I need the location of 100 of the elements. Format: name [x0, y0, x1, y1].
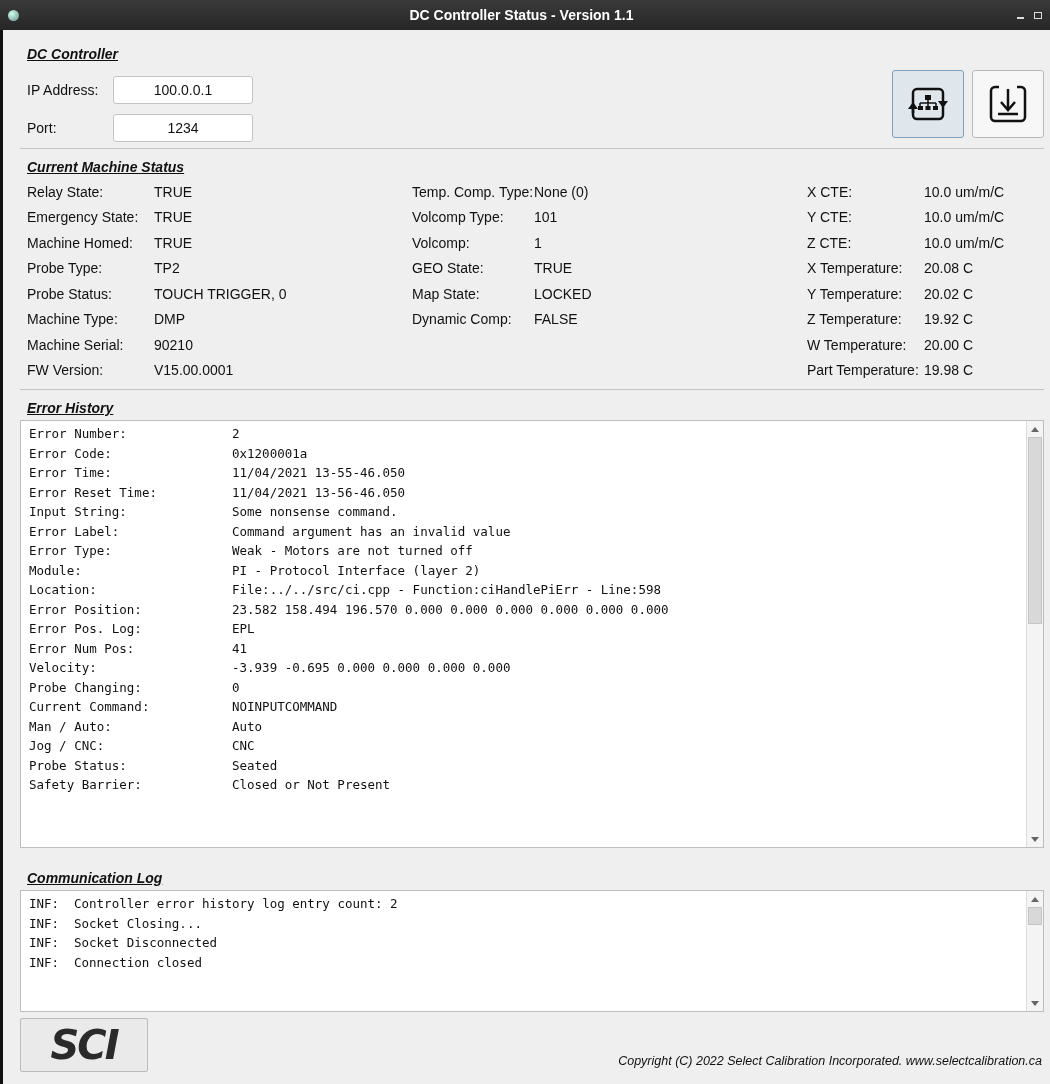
error-field-value: Command argument has an invalid value	[232, 523, 511, 539]
status-value: 10.0 um/m/C	[924, 183, 1005, 200]
status-label: Temp. Comp. Type:	[412, 183, 534, 200]
error-field-value: -3.939 -0.695 0.000 0.000 0.000 0.000	[232, 660, 511, 676]
status-value: 90210	[154, 336, 193, 353]
status-label: Part Temperature:	[807, 362, 920, 379]
error-field-value: CNC	[232, 738, 255, 754]
error-field-value: 23.582 158.494 196.570 0.000 0.000 0.000 0.000 0.000 0.000	[232, 601, 669, 617]
scrollbar-thumb[interactable]	[1028, 437, 1042, 624]
status-label: Y Temperature:	[807, 285, 904, 302]
status-label: Y CTE:	[807, 209, 853, 226]
scrollbar[interactable]	[1026, 891, 1043, 1011]
status-label: Volcomp:	[412, 234, 471, 251]
status-label: FW Version:	[27, 362, 105, 379]
scrollbar[interactable]	[1026, 421, 1043, 847]
error-field-label: Man / Auto:	[29, 718, 113, 734]
status-label: Z Temperature:	[807, 311, 903, 328]
input-field[interactable]: 100.0.0.1	[113, 76, 253, 104]
error-field-value: Weak - Motors are not turned off	[232, 543, 473, 559]
status-label: GEO State:	[412, 260, 485, 277]
status-value: DMP	[154, 311, 186, 328]
status-value: 20.02 C	[924, 285, 974, 302]
error-field-label: Error Pos. Log:	[29, 621, 143, 637]
error-field-label: Error Code:	[29, 445, 113, 461]
status-value: 19.98 C	[924, 362, 974, 379]
error-field-label: Error Label:	[29, 523, 121, 539]
error-field-label: Probe Status:	[29, 757, 128, 773]
section-heading: Communication Log	[27, 870, 163, 886]
error-field-value: 0x1200001a	[232, 445, 308, 461]
error-field-value: Some nonsense command.	[232, 504, 398, 520]
error-field-value: PI - Protocol Interface (layer 2)	[232, 562, 481, 578]
status-value: 10.0 um/m/C	[924, 234, 1005, 251]
status-label: Probe Status:	[27, 285, 113, 302]
log-message: Socket Closing...	[74, 915, 202, 931]
error-field-label: Error Number:	[29, 426, 128, 442]
status-label: Z CTE:	[807, 234, 853, 251]
input-field[interactable]: 1234	[113, 114, 253, 142]
status-value: LOCKED	[534, 285, 592, 302]
log-message: Socket Disconnected	[74, 935, 217, 951]
error-field-label: Error Time:	[29, 465, 113, 481]
status-value: TP2	[154, 260, 180, 277]
status-value: TRUE	[154, 209, 193, 226]
status-label: X Temperature:	[807, 260, 904, 277]
status-value: 10.0 um/m/C	[924, 209, 1005, 226]
error-field-value: 0	[232, 679, 240, 695]
error-field-value: NOINPUTCOMMAND	[232, 699, 338, 715]
company-logo: SCI	[20, 1018, 148, 1072]
log-message: Connection closed	[74, 954, 202, 970]
log-level: INF:	[29, 915, 61, 931]
error-field-value: 11/04/2021 13-55-46.050	[232, 465, 406, 481]
status-value: 101	[534, 209, 558, 226]
section-heading: DC Controller	[27, 46, 118, 62]
status-value: V15.00.0001	[154, 362, 234, 379]
error-field-value: 41	[232, 640, 248, 656]
app-icon	[8, 9, 19, 21]
error-field-value: Closed or Not Present	[232, 777, 391, 793]
error-history-textbox[interactable]	[20, 420, 1044, 848]
log-level: INF:	[29, 896, 61, 912]
status-value: 20.08 C	[924, 260, 974, 277]
status-label: Machine Serial:	[27, 336, 125, 353]
status-value: TRUE	[154, 234, 193, 251]
error-field-label: Error Num Pos:	[29, 640, 136, 656]
error-field-value: 2	[232, 426, 240, 442]
field-label: IP Address:	[27, 82, 100, 98]
status-value: TRUE	[534, 260, 573, 277]
status-value: TRUE	[154, 183, 193, 200]
status-value: 1	[534, 234, 542, 251]
download-icon	[987, 83, 1029, 125]
error-field-label: Module:	[29, 562, 83, 578]
status-label: Dynamic Comp:	[412, 311, 513, 328]
error-field-label: Error Reset Time:	[29, 484, 158, 500]
section-heading: Current Machine Status	[27, 159, 185, 175]
section-heading: Error History	[27, 400, 114, 416]
maximize-button[interactable]	[1032, 9, 1044, 21]
status-label: W Temperature:	[807, 336, 908, 353]
status-value: FALSE	[534, 311, 578, 328]
connect-button[interactable]	[892, 70, 964, 138]
log-level: INF:	[29, 954, 61, 970]
status-value: TOUCH TRIGGER, 0	[154, 285, 287, 302]
status-label: Relay State:	[27, 183, 105, 200]
error-field-label: Velocity:	[29, 660, 98, 676]
error-field-label: Location:	[29, 582, 98, 598]
status-label: Probe Type:	[27, 260, 104, 277]
log-level: INF:	[29, 935, 61, 951]
error-field-value: Auto	[232, 718, 263, 734]
status-value: 19.92 C	[924, 311, 974, 328]
error-field-label: Error Type:	[29, 543, 113, 559]
status-value: None (0)	[534, 183, 589, 200]
error-field-value: Seated	[232, 757, 278, 773]
scrollbar-thumb[interactable]	[1028, 907, 1042, 925]
error-field-label: Safety Barrier:	[29, 777, 143, 793]
error-field-label: Probe Changing:	[29, 679, 143, 695]
status-label: Machine Type:	[27, 311, 119, 328]
field-label: Port:	[27, 120, 58, 136]
communication-log-textbox[interactable]: INF: Controller error history log entry count: 2 INF: Socket Closing... INF: Socket Disconnected INF: Connection closed	[20, 890, 1044, 1012]
status-label: X CTE:	[807, 183, 854, 200]
error-field-label: Input String:	[29, 504, 128, 520]
download-button[interactable]	[972, 70, 1044, 138]
error-field-value: EPL	[232, 621, 255, 637]
status-label: Emergency State:	[27, 209, 140, 226]
